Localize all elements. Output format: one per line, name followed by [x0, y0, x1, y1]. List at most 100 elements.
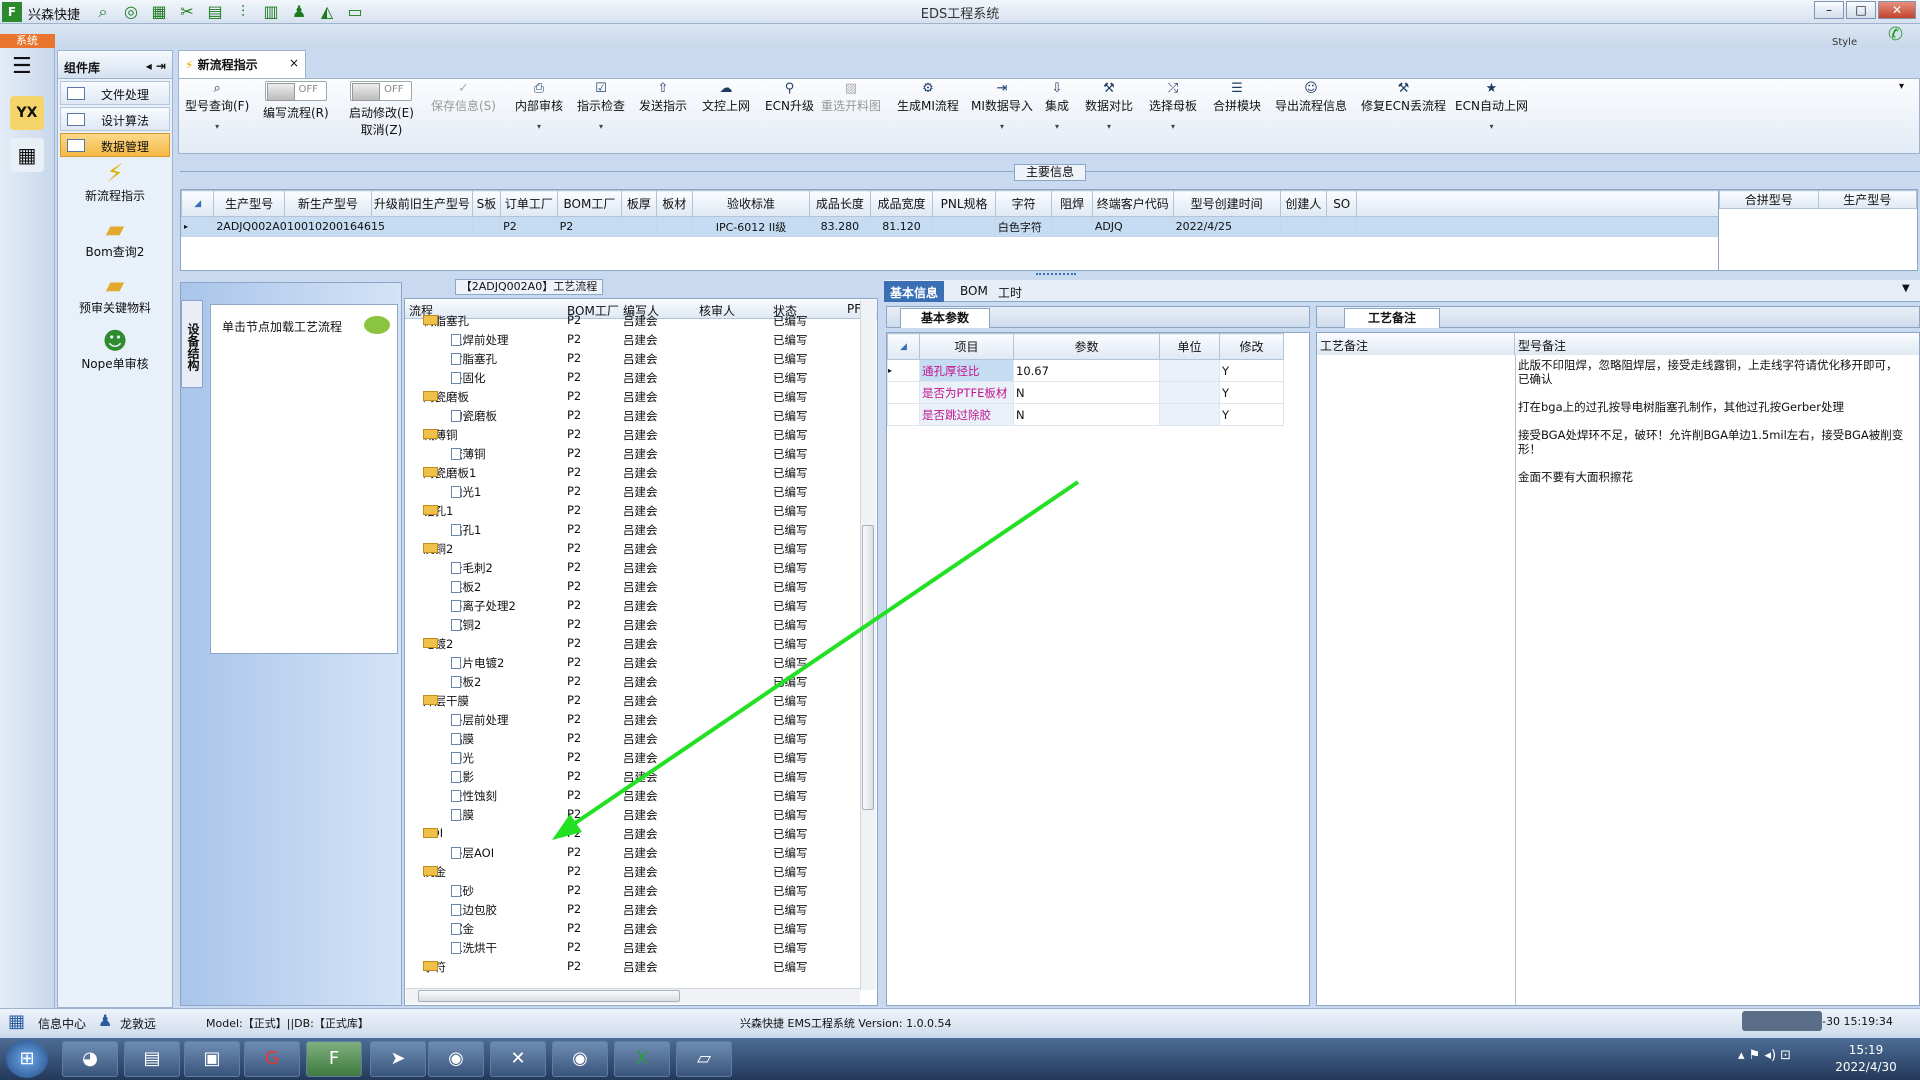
maximize-button[interactable]: □ [1846, 1, 1876, 19]
param-col-header[interactable]: 项目 [919, 333, 1014, 360]
param-value-cell[interactable]: N [1013, 381, 1160, 404]
tree-row[interactable]: −沉金 P2 吕建会 已编写 [405, 862, 877, 881]
tree-node[interactable]: 曝光 [451, 750, 474, 766]
tree-node[interactable]: 喷砂 [451, 883, 474, 899]
tree-node[interactable]: 退膜 [451, 807, 474, 823]
doc-tab-new-process[interactable]: ⚡ 新流程指示 × [178, 50, 306, 78]
tool-bom-query[interactable]: ▰ Bom查询2 [58, 215, 172, 269]
main-col-header[interactable]: 成品长度 [809, 190, 871, 217]
tree-node[interactable]: 去毛刺2 [451, 560, 493, 576]
instruction-check-button[interactable]: ☑ 指示检查 ▾ [577, 81, 625, 131]
tab-menu-icon[interactable]: ▼ [1902, 283, 1910, 294]
tree-node[interactable]: −AOI [423, 826, 443, 840]
tab-bom[interactable]: BOM [954, 281, 994, 302]
chat-bubble-icon[interactable] [364, 316, 390, 334]
nav-data-management[interactable]: 数据管理 [60, 133, 170, 157]
param-value-cell[interactable]: N [1013, 403, 1160, 426]
main-cell[interactable] [932, 216, 996, 237]
main-cell[interactable]: 10010200164615 [284, 216, 385, 237]
main-cell[interactable] [1051, 216, 1093, 237]
tree-horizontal-scroll-thumb[interactable] [418, 990, 680, 1002]
main-cell[interactable]: 83.280 [809, 216, 871, 237]
tree-node[interactable]: −外层干膜 [423, 693, 469, 709]
close-tab-icon[interactable]: × [289, 56, 299, 70]
send-instruction-button[interactable]: ⇧ 发送指示 [639, 81, 687, 114]
tree-node[interactable]: 贴膜 [451, 731, 474, 747]
menu-icon[interactable]: ☰ [12, 54, 32, 79]
tree-node[interactable]: 钻孔1 [451, 522, 481, 538]
tree-node[interactable]: 等离子处理2 [451, 598, 516, 614]
dropdown-icon[interactable]: ▾ [1045, 122, 1069, 131]
tree-node[interactable]: 终固化 [451, 370, 486, 386]
main-col-header[interactable]: 验收标准 [691, 190, 811, 217]
start-button[interactable]: ⊞ [6, 1040, 48, 1078]
minimize-button[interactable]: – [1814, 1, 1844, 19]
tree-row[interactable]: 喷砂 P2 吕建会 已编写 [405, 881, 877, 900]
param-row[interactable]: ▸ 通孔厚径比 10.67 Y [887, 359, 1284, 382]
param-item-cell[interactable]: 是否跳过除胶 [919, 403, 1014, 426]
generate-mi-button[interactable]: ⚙ 生成MI流程 [897, 81, 959, 114]
tree-row[interactable]: 减薄铜 P2 吕建会 已编写 [405, 444, 877, 463]
system-tray[interactable]: ▴ ⚑ ◂) ⊡ [1738, 1048, 1791, 1063]
tool-new-process[interactable]: ⚡ 新流程指示 [58, 159, 172, 213]
tree-node[interactable]: 外层AOI [451, 845, 494, 861]
notepad-taskbar-icon[interactable]: ▤ [124, 1041, 180, 1077]
tree-node[interactable]: 板边包胶 [451, 902, 497, 918]
tree-node[interactable]: 负片电镀2 [451, 655, 504, 671]
tree-node[interactable]: −陶瓷磨板 [423, 389, 469, 405]
production-model-col[interactable]: 生产型号 [1817, 190, 1917, 209]
fish-taskbar-icon[interactable]: ◉ [428, 1041, 484, 1077]
dropdown-icon[interactable]: ▾ [1149, 122, 1197, 131]
dropdown-icon[interactable]: ▾ [185, 122, 249, 131]
param-mod-cell[interactable]: Y [1219, 381, 1284, 404]
merge-module-button[interactable]: ☰ 合拼模块 [1213, 81, 1261, 114]
dropdown-icon[interactable]: ▾ [971, 122, 1033, 131]
ecn-upgrade-button[interactable]: ⚲ ECN升级 [765, 81, 814, 114]
feather-taskbar-icon[interactable]: ➤ [370, 1041, 426, 1077]
tree-node[interactable]: 沉铜2 [451, 617, 481, 633]
calendar-icon[interactable]: ▦ [10, 138, 44, 172]
main-col-header[interactable]: 板厚 [621, 190, 657, 217]
tree-row[interactable]: 沉金 P2 吕建会 已编写 [405, 919, 877, 938]
main-col-header[interactable]: 订单工厂 [500, 190, 558, 217]
close-button[interactable]: ✕ [1878, 1, 1916, 19]
mi-import-button[interactable]: ⇥ MI数据导入 ▾ [971, 81, 1033, 131]
tree-node[interactable]: −字符 [423, 959, 446, 975]
integrate-button[interactable]: ⇩ 集成 ▾ [1045, 81, 1069, 131]
main-col-header[interactable]: SO [1326, 190, 1358, 217]
off-switch[interactable]: OFF [264, 81, 327, 101]
tree-row[interactable]: 树脂塞孔 P2 吕建会 已编写 [405, 349, 877, 368]
model-query-button[interactable]: ⌕ 型号查询(F) ▾ [185, 81, 249, 131]
basic-params-label[interactable]: 基本参数 [900, 308, 990, 328]
main-cell[interactable]: P2 [500, 216, 558, 237]
app-g-taskbar-icon[interactable]: G [244, 1041, 300, 1077]
tree-node[interactable]: 树脂塞孔 [451, 351, 497, 367]
tool-pre-review[interactable]: ▰ 预审关键物料 [58, 271, 172, 325]
tree-row[interactable]: −字符 P2 吕建会 已编写 [405, 957, 877, 976]
nav-file-processing[interactable]: 文件处理 [60, 81, 170, 105]
param-col-header[interactable]: 修改 [1219, 333, 1284, 360]
param-col-header[interactable]: 参数 [1013, 333, 1160, 360]
main-cell[interactable] [1326, 216, 1358, 237]
tool-nope-review[interactable]: ☻ Nope单审核 [58, 327, 172, 381]
main-cell[interactable]: 81.120 [869, 216, 934, 237]
repair-ecn-button[interactable]: ⚒ 修复ECN丢流程 [1361, 81, 1446, 114]
dropdown-icon[interactable]: ▾ [515, 122, 563, 131]
main-col-header[interactable]: BOM工厂 [556, 190, 623, 217]
tree-node[interactable]: 显影 [451, 769, 474, 785]
tab-work-hours[interactable]: 工时 [992, 281, 1028, 302]
splitter-handle[interactable] [1036, 273, 1076, 277]
windows-grid-icon[interactable]: ▦ [8, 1011, 25, 1032]
main-cell[interactable] [471, 216, 502, 237]
select-motherboard-button[interactable]: ⤮ 选择母板 ▾ [1149, 81, 1197, 131]
system-tab[interactable]: 系统 [0, 34, 55, 48]
main-col-header[interactable]: 新生产型号 [284, 190, 372, 217]
excel-taskbar-icon[interactable]: X [614, 1041, 670, 1077]
main-col-header[interactable]: 字符 [994, 190, 1053, 217]
param-row[interactable]: 是否为PTFE板材 N Y [887, 381, 1284, 404]
nav-design-algorithm[interactable]: 设计算法 [60, 107, 170, 131]
main-cell[interactable]: ADJQ [1091, 216, 1174, 237]
table-row[interactable]: ▸ 2ADJQ002A0 10010200164615 P2 P2 IPC-6012 II… [180, 216, 1719, 237]
tree-node[interactable]: 外层前处理 [451, 712, 509, 728]
tree-node[interactable]: −沉金 [423, 864, 446, 880]
